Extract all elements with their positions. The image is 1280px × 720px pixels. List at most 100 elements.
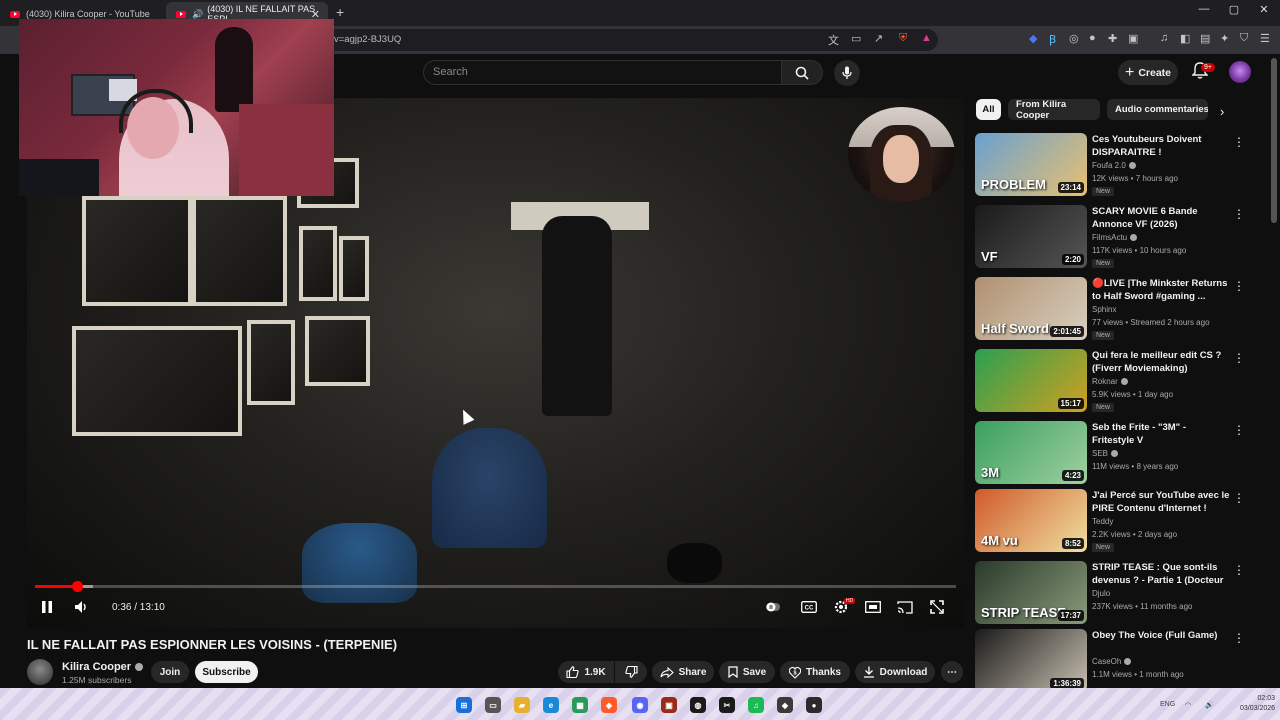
- video-thumbnail[interactable]: STRIP TEASE 17:37: [975, 561, 1087, 624]
- sidebar-icon[interactable]: ◧: [1180, 32, 1190, 45]
- cast-tab-icon[interactable]: ▭: [851, 32, 861, 45]
- recommendation-channel[interactable]: Teddy: [1092, 517, 1113, 526]
- recommendation-title[interactable]: Seb the Frite - "3M" - Fritestyle V: [1092, 421, 1230, 447]
- more-vertical-icon[interactable]: ⋮: [1233, 207, 1245, 221]
- brave-shield-icon[interactable]: ⛨: [899, 32, 907, 45]
- search-input[interactable]: [433, 66, 763, 78]
- share-button[interactable]: Share: [652, 661, 714, 683]
- discord-icon[interactable]: ◉: [632, 697, 648, 713]
- recommendation-title[interactable]: Ces Youtubeurs Doivent DISPARAITRE !: [1092, 133, 1230, 159]
- create-button[interactable]: + Create: [1118, 60, 1178, 85]
- pause-button[interactable]: [39, 597, 55, 617]
- join-button[interactable]: Join: [151, 661, 189, 683]
- edge-browser-icon[interactable]: e: [543, 697, 559, 713]
- fullscreen-button[interactable]: [928, 597, 946, 617]
- video-thumbnail[interactable]: Half Sword 2:01:45: [975, 277, 1087, 340]
- miniplayer-button[interactable]: [864, 597, 882, 617]
- page-scrollbar[interactable]: [1271, 58, 1277, 223]
- video-thumbnail[interactable]: VF 2:20: [975, 205, 1087, 268]
- extension-icon-2[interactable]: ●: [1089, 32, 1096, 44]
- brave-rewards-icon[interactable]: ▲: [921, 32, 932, 44]
- recommendation-item[interactable]: 3M 4:23 Seb the Frite - "3M" - Fritestyle …: [975, 421, 1275, 485]
- recommendation-title[interactable]: J'ai Percé sur YouTube avec le PIRE Cont…: [1092, 489, 1230, 515]
- recommendation-item[interactable]: PROBLEM 23:14 Ces Youtubeurs Doivent DISPA…: [975, 133, 1275, 197]
- video-thumbnail[interactable]: 3M 4:23: [975, 421, 1087, 484]
- file-explorer-icon[interactable]: ▰: [514, 697, 530, 713]
- spotify-icon[interactable]: ♫: [748, 697, 764, 713]
- more-vertical-icon[interactable]: ⋮: [1233, 279, 1245, 293]
- recommendation-channel[interactable]: Roknar: [1092, 377, 1128, 386]
- channel-avatar[interactable]: [27, 659, 53, 685]
- dislike-button[interactable]: [615, 661, 647, 683]
- chevron-right-icon[interactable]: ›: [1220, 104, 1224, 119]
- more-vertical-icon[interactable]: ⋮: [1233, 135, 1245, 149]
- recommendation-item[interactable]: Half Sword 2:01:45 🔴LIVE |The Minkster Ret…: [975, 277, 1275, 341]
- progress-scrubber[interactable]: [72, 581, 84, 592]
- chip-from-channel[interactable]: From Kilira Cooper: [1008, 99, 1100, 121]
- vpn-icon[interactable]: ⛉: [1240, 32, 1248, 45]
- more-vertical-icon[interactable]: ⋮: [1233, 351, 1245, 365]
- obs-icon[interactable]: ◍: [690, 697, 706, 713]
- media-control-icon[interactable]: ♫: [1160, 32, 1168, 44]
- menu-icon[interactable]: ☰: [1260, 32, 1270, 45]
- maximize-button[interactable]: ▢: [1217, 3, 1251, 16]
- video-thumbnail[interactable]: 4M vu 8:52: [975, 489, 1087, 552]
- recommendation-channel[interactable]: SEB: [1092, 449, 1119, 458]
- like-button[interactable]: 1.9K: [558, 661, 614, 683]
- app-icon[interactable]: ▦: [572, 697, 588, 713]
- minimize-button[interactable]: —: [1187, 3, 1221, 15]
- recommendation-item[interactable]: 4M vu 8:52 J'ai Percé sur YouTube avec le …: [975, 489, 1275, 553]
- recommendation-item[interactable]: 15:17 Qui fera le meilleur edit CS ? (Fiv…: [975, 349, 1275, 413]
- start-menu-icon[interactable]: ⊞: [456, 697, 472, 713]
- network-icon[interactable]: ◠: [1185, 701, 1191, 709]
- recommendation-channel[interactable]: CaseOh: [1092, 657, 1132, 666]
- more-vertical-icon[interactable]: ⋮: [1233, 423, 1245, 437]
- video-thumbnail[interactable]: 1:36:39: [975, 629, 1087, 692]
- download-button[interactable]: Download: [855, 661, 935, 683]
- chip-all[interactable]: All: [976, 99, 1001, 120]
- extension-box-icon[interactable]: ▣: [1128, 32, 1138, 45]
- new-tab-button[interactable]: +: [336, 4, 344, 20]
- extension-bitwarden-icon[interactable]: ◆: [1029, 32, 1037, 45]
- channel-name[interactable]: Kilira Cooper: [62, 661, 144, 673]
- share-page-icon[interactable]: ↗: [874, 32, 883, 45]
- app-icon-3[interactable]: ◆: [777, 697, 793, 713]
- recommendation-item[interactable]: STRIP TEASE 17:37 STRIP TEASE : Que sont-i…: [975, 561, 1275, 625]
- more-actions-button[interactable]: ⋯: [941, 661, 963, 683]
- more-vertical-icon[interactable]: ⋮: [1233, 631, 1245, 645]
- app-icon-4[interactable]: ●: [806, 697, 822, 713]
- recommendation-channel[interactable]: Sphinx: [1092, 305, 1116, 314]
- brave-browser-icon[interactable]: ◈: [601, 697, 617, 713]
- recommendation-title[interactable]: STRIP TEASE : Que sont-ils devenus ? - P…: [1092, 561, 1230, 587]
- recommendation-item[interactable]: 1:36:39 Obey The Voice (Full Game) CaseOh 1…: [975, 629, 1275, 693]
- recommendation-item[interactable]: VF 2:20 SCARY MOVIE 6 Bande Annonce VF (20…: [975, 205, 1275, 269]
- system-clock[interactable]: 02:03 03/03/2026: [1240, 694, 1275, 714]
- task-view-icon[interactable]: ▭: [485, 697, 501, 713]
- video-thumbnail[interactable]: 15:17: [975, 349, 1087, 412]
- thanks-button[interactable]: $ Thanks: [780, 661, 850, 683]
- recommendation-title[interactable]: 🔴LIVE |The Minkster Returns to Half Swor…: [1092, 277, 1230, 303]
- subtitles-button[interactable]: CC: [800, 597, 818, 617]
- recommendation-title[interactable]: SCARY MOVIE 6 Bande Annonce VF (2026): [1092, 205, 1230, 231]
- language-indicator[interactable]: ENG: [1160, 701, 1175, 708]
- app-icon-2[interactable]: ▣: [661, 697, 677, 713]
- video-thumbnail[interactable]: PROBLEM 23:14: [975, 133, 1087, 196]
- recommendation-channel[interactable]: Foufa 2.0: [1092, 161, 1136, 170]
- close-window-button[interactable]: ✕: [1247, 3, 1280, 16]
- more-vertical-icon[interactable]: ⋮: [1233, 563, 1245, 577]
- volume-button[interactable]: [73, 597, 91, 617]
- cast-button[interactable]: [896, 597, 914, 617]
- recommendation-channel[interactable]: Djulo: [1092, 589, 1110, 598]
- translate-icon[interactable]: 文: [828, 32, 839, 48]
- save-button[interactable]: Save: [719, 661, 775, 683]
- progress-bar[interactable]: [35, 581, 956, 592]
- extension-translate-icon[interactable]: Ꞵ: [1049, 32, 1056, 47]
- extensions-puzzle-icon[interactable]: ✚: [1108, 32, 1117, 45]
- leo-ai-icon[interactable]: ✦: [1220, 32, 1229, 45]
- recommendation-channel[interactable]: FilmsActu: [1092, 233, 1138, 242]
- url-text[interactable]: v=agjp2-BJ3UQ: [334, 34, 401, 45]
- address-bar[interactable]: [318, 29, 938, 51]
- recommendation-title[interactable]: Qui fera le meilleur edit CS ? (Fiverr M…: [1092, 349, 1230, 375]
- recommendation-title[interactable]: Obey The Voice (Full Game): [1092, 629, 1230, 642]
- search-button[interactable]: [781, 60, 823, 85]
